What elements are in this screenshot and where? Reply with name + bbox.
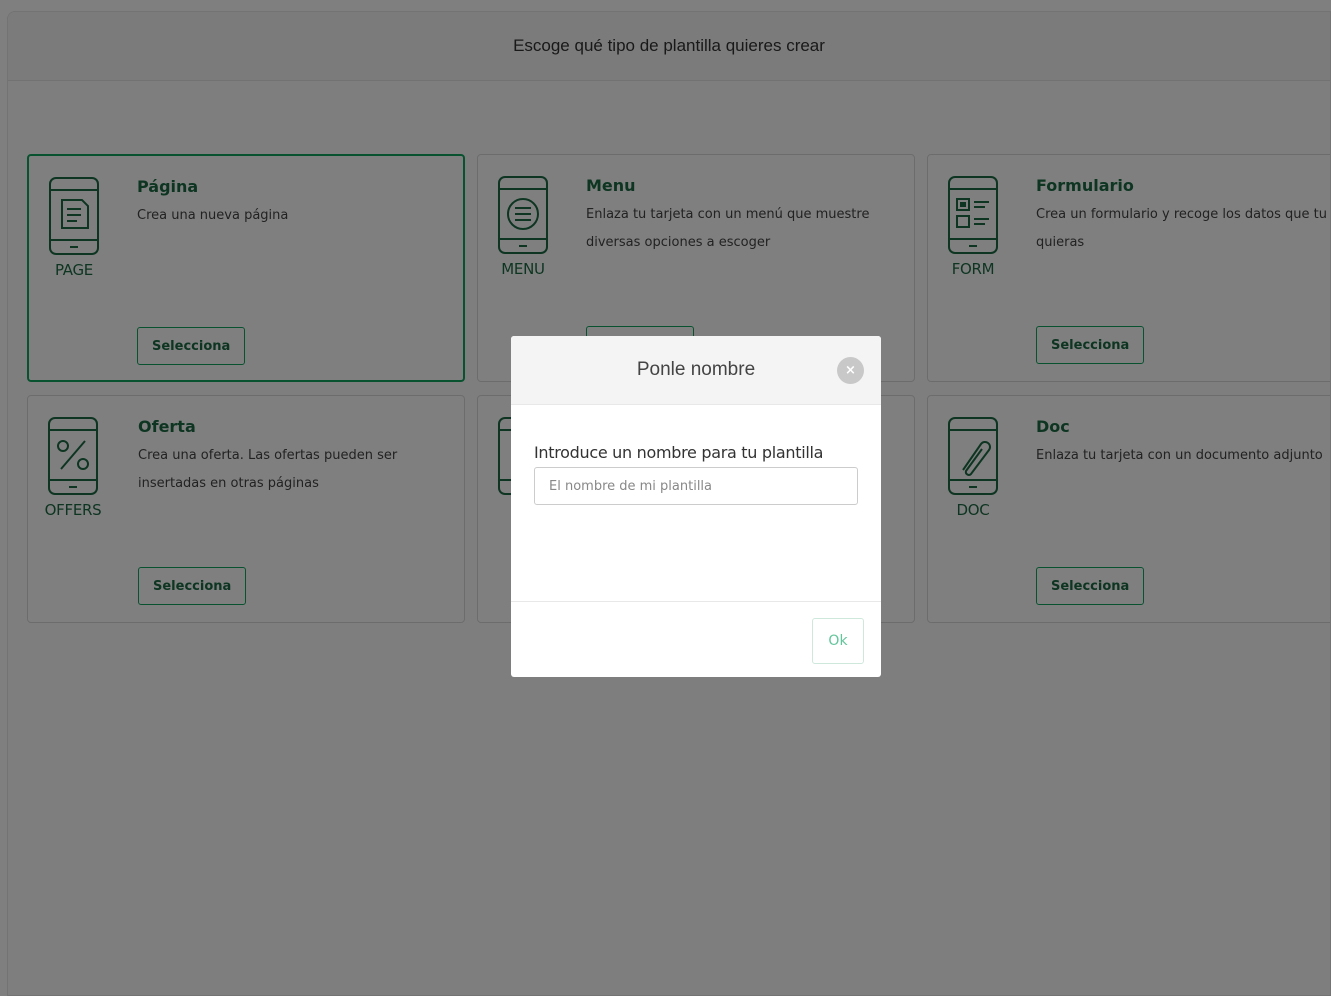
dialog-footer: Ok: [511, 602, 881, 677]
close-icon[interactable]: ×: [837, 357, 864, 384]
template-name-label: Introduce un nombre para tu plantilla: [534, 443, 824, 462]
ok-button[interactable]: Ok: [812, 618, 864, 664]
template-name-input[interactable]: [534, 467, 858, 505]
dialog-body: Introduce un nombre para tu plantilla: [511, 405, 881, 602]
dialog-title: Ponle nombre: [636, 359, 756, 380]
name-template-dialog: Ponle nombre × Introduce un nombre para …: [511, 336, 881, 677]
dialog-header: Ponle nombre ×: [511, 336, 881, 405]
